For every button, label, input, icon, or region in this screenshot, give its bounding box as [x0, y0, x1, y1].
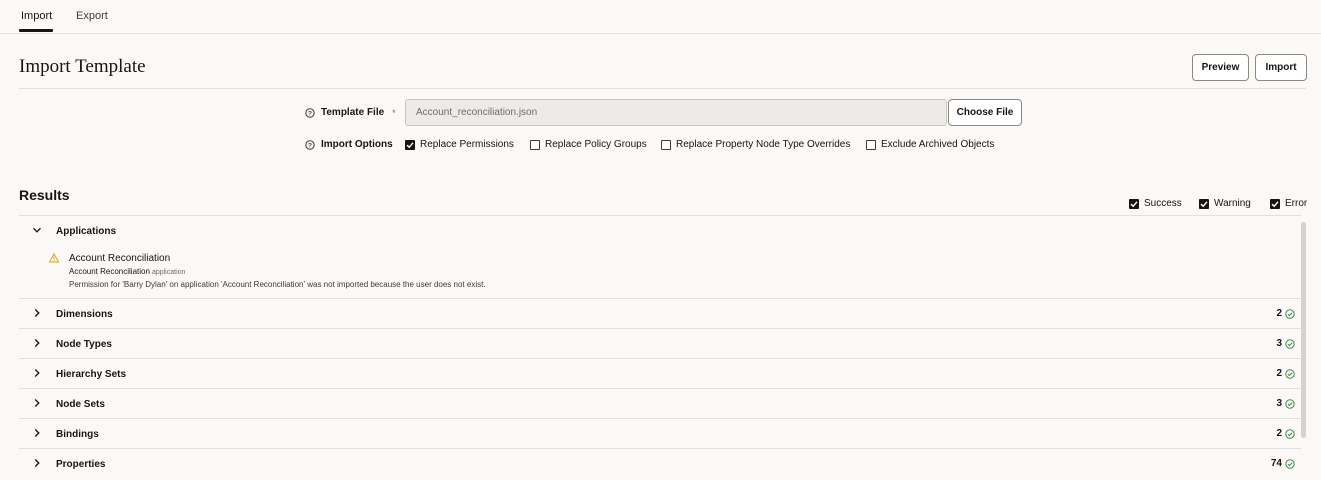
checkbox-checked-icon[interactable] — [1199, 198, 1209, 209]
chevron-right-icon[interactable] — [32, 428, 42, 438]
tab-import[interactable]: Import — [21, 10, 52, 22]
count-value: 3 — [1276, 398, 1282, 409]
chevron-right-icon[interactable] — [32, 398, 42, 408]
chevron-down-icon[interactable] — [32, 225, 42, 235]
choose-file-button[interactable]: Choose File — [948, 99, 1022, 126]
success-icon — [1285, 398, 1295, 409]
success-icon — [1285, 338, 1295, 349]
checkbox-empty-icon[interactable] — [530, 139, 540, 150]
section-count: 2 — [1276, 308, 1295, 319]
section-label: Properties — [56, 459, 106, 470]
template-file-value: Account_reconciliation.json — [416, 107, 538, 118]
result-item-subtitle: Account Reconciliation application — [69, 267, 185, 276]
chevron-right-icon[interactable] — [32, 368, 42, 378]
svg-text:?: ? — [308, 142, 312, 149]
section-header[interactable]: Bindings 2 — [19, 419, 1301, 449]
chevron-right-icon[interactable] — [32, 338, 42, 348]
checkbox-checked-icon[interactable] — [1270, 198, 1280, 209]
count-value: 2 — [1276, 308, 1282, 319]
result-item-message: Permission for 'Barry Dylan' on applicat… — [69, 280, 486, 289]
count-value: 3 — [1276, 338, 1282, 349]
replace-policy-groups-checkbox[interactable]: Replace Policy Groups — [530, 139, 647, 150]
section-header[interactable]: Properties 74 — [19, 449, 1301, 479]
result-item-name: Account Reconciliation — [69, 253, 171, 264]
success-icon — [1285, 308, 1295, 319]
result-section-node-sets: Node Sets 3 — [19, 388, 1301, 418]
option-label: Replace Policy Groups — [545, 139, 647, 150]
checkbox-empty-icon[interactable] — [866, 139, 876, 150]
success-icon — [1285, 458, 1295, 469]
checkbox-checked-icon[interactable] — [405, 139, 415, 150]
help-icon[interactable]: ? — [305, 107, 315, 118]
section-label: Applications — [56, 226, 117, 237]
section-label: Hierarchy Sets — [56, 369, 127, 380]
warning-icon — [49, 253, 59, 263]
result-item-type: application — [151, 269, 186, 276]
result-section-dimensions: Dimensions 2 — [19, 298, 1301, 328]
filter-label: Error — [1285, 198, 1308, 209]
required-marker: * — [392, 107, 396, 118]
section-header[interactable]: Applications — [19, 216, 1301, 246]
import-button[interactable]: Import — [1255, 54, 1307, 81]
chevron-right-icon[interactable] — [32, 458, 42, 468]
success-filter-checkbox[interactable]: Success — [1129, 198, 1182, 209]
replace-permissions-checkbox[interactable]: Replace Permissions — [405, 139, 514, 150]
count-value: 2 — [1276, 368, 1282, 379]
option-label: Replace Permissions — [420, 139, 514, 150]
tab-export[interactable]: Export — [76, 10, 108, 22]
svg-text:?: ? — [308, 110, 312, 117]
header-divider — [19, 88, 1306, 89]
filter-label: Warning — [1214, 198, 1251, 209]
result-section-properties: Properties 74 — [19, 448, 1301, 478]
filter-label: Success — [1144, 198, 1182, 209]
template-file-label-text: Template File — [321, 107, 385, 118]
preview-button[interactable]: Preview — [1192, 54, 1249, 81]
warning-filter-checkbox[interactable]: Warning — [1199, 198, 1251, 209]
import-options-label: ? Import Options — [305, 139, 393, 150]
section-count: 74 — [1271, 458, 1295, 469]
error-filter-checkbox[interactable]: Error — [1270, 198, 1307, 209]
template-file-field[interactable]: Account_reconciliation.json — [405, 99, 947, 126]
results-title: Results — [19, 187, 70, 203]
section-header[interactable]: Node Sets 3 — [19, 389, 1301, 419]
section-header[interactable]: Hierarchy Sets 2 — [19, 359, 1301, 389]
result-section-node-types: Node Types 3 — [19, 328, 1301, 358]
section-label: Dimensions — [56, 309, 113, 320]
section-label: Bindings — [56, 429, 99, 440]
success-icon — [1285, 428, 1295, 439]
result-section-applications: Applications Account Reconciliation Acco… — [19, 215, 1301, 298]
section-count: 3 — [1276, 338, 1295, 349]
exclude-archived-objects-checkbox[interactable]: Exclude Archived Objects — [866, 139, 994, 150]
chevron-right-icon[interactable] — [32, 308, 42, 318]
success-icon — [1285, 368, 1295, 379]
section-label: Node Types — [56, 339, 112, 350]
results-scrollbar[interactable] — [1301, 222, 1306, 438]
section-header[interactable]: Node Types 3 — [19, 329, 1301, 359]
option-label: Replace Property Node Type Overrides — [676, 139, 851, 150]
replace-property-node-type-overrides-checkbox[interactable]: Replace Property Node Type Overrides — [661, 139, 850, 150]
template-file-label: ? Template File * — [305, 107, 396, 118]
result-section-hierarchy-sets: Hierarchy Sets 2 — [19, 358, 1301, 388]
section-label: Node Sets — [56, 399, 105, 410]
section-header[interactable]: Dimensions 2 — [19, 299, 1301, 329]
section-count: 2 — [1276, 368, 1295, 379]
checkbox-empty-icon[interactable] — [661, 139, 671, 150]
active-tab-indicator — [19, 29, 53, 32]
tab-bar: Import Export — [0, 0, 1321, 34]
section-count: 2 — [1276, 428, 1295, 439]
count-value: 2 — [1276, 428, 1282, 439]
page-title: Import Template — [19, 56, 146, 77]
result-section-bindings: Bindings 2 — [19, 418, 1301, 448]
result-item-sub-name: Account Reconciliation — [69, 267, 150, 276]
import-options-label-text: Import Options — [321, 139, 393, 150]
count-value: 74 — [1270, 458, 1282, 469]
checkbox-checked-icon[interactable] — [1129, 198, 1139, 209]
help-icon[interactable]: ? — [305, 139, 315, 150]
option-label: Exclude Archived Objects — [881, 139, 995, 150]
section-count: 3 — [1276, 398, 1295, 409]
